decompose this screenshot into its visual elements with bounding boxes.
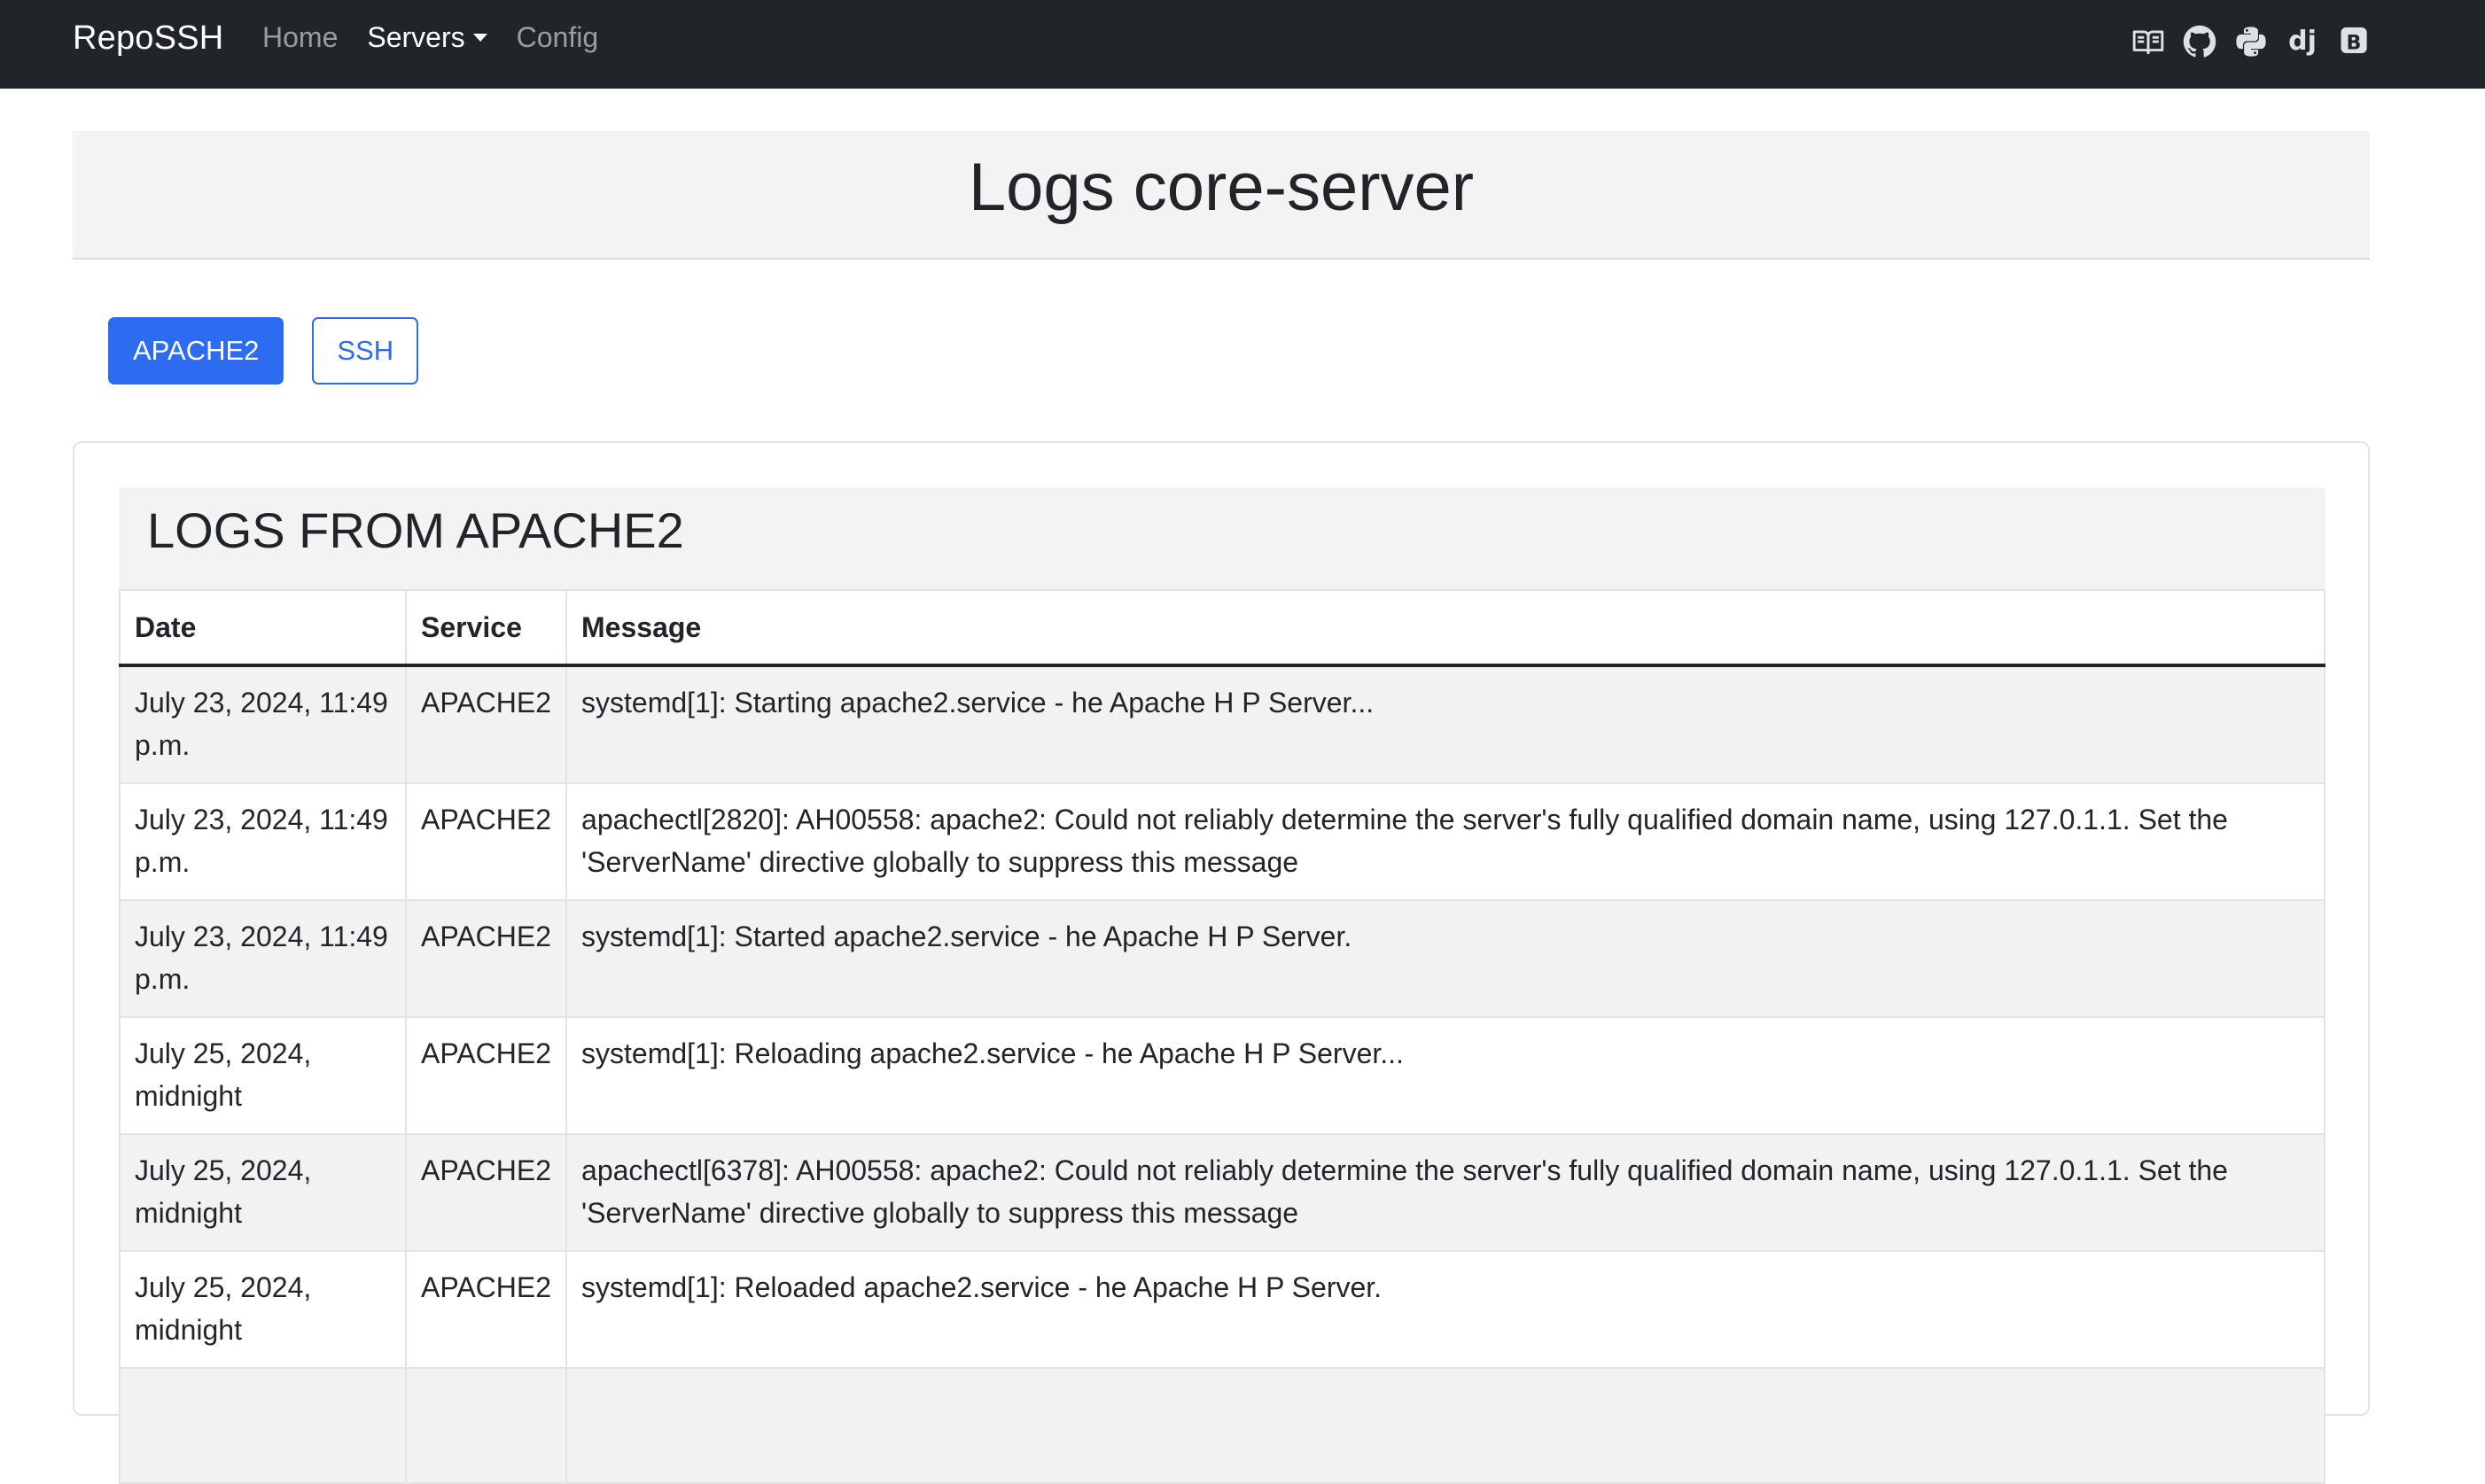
table-row: July 25, 2024, midnight APACHE2 systemd[…	[119, 1016, 2325, 1135]
logs-card: LOGS FROM APACHE2 Date Service Message J…	[73, 441, 2370, 1484]
cell-service: APACHE2	[404, 1250, 568, 1369]
nav-servers-label: Servers	[367, 21, 465, 53]
cell-service: APACHE2	[404, 1133, 568, 1252]
django-icon[interactable]: dj	[2285, 24, 2320, 59]
apache2-button[interactable]: APACHE2	[108, 317, 284, 385]
column-header-message: Message	[565, 589, 2325, 667]
brand-link[interactable]: RepoSSH	[73, 19, 223, 58]
cell-date: July 23, 2024, 11:49 p.m.	[119, 664, 407, 784]
bootstrap-icon[interactable]: B	[2336, 24, 2372, 59]
cell-service: APACHE2	[404, 1016, 568, 1135]
table-row: July 25, 2024, midnight APACHE2 apachect…	[119, 1133, 2325, 1252]
table-row: July 23, 2024, 11:49 p.m. APACHE2 system…	[119, 664, 2325, 784]
cell-message: systemd[1]: Started apache2.service - he…	[565, 899, 2325, 1018]
cell-date: July 25, 2024, midnight	[119, 1250, 407, 1369]
nav-icons: dj B	[2131, 24, 2372, 59]
ssh-button[interactable]: SSH	[312, 317, 419, 385]
page-header: Logs core-server	[73, 131, 2370, 260]
cell-service	[404, 1367, 568, 1484]
page-title: Logs core-server	[968, 150, 1475, 225]
cell-message: apachectl[6378]: AH00558: apache2: Could…	[565, 1133, 2325, 1252]
cell-date: July 23, 2024, 11:49 p.m.	[119, 899, 407, 1018]
table-header-row: Date Service Message	[119, 589, 2325, 667]
cell-service: APACHE2	[404, 899, 568, 1018]
python-icon[interactable]	[2233, 24, 2269, 59]
github-icon[interactable]	[2182, 24, 2217, 59]
logs-title: LOGS FROM APACHE2	[147, 502, 684, 558]
logs-table: Date Service Message July 23, 2024, 11:4…	[119, 589, 2325, 1484]
top-navbar: RepoSSH Home Servers Config dj B	[0, 0, 2485, 89]
cell-date: July 23, 2024, 11:49 p.m.	[119, 782, 407, 901]
cell-message: apachectl[2820]: AH00558: apache2: Could…	[565, 782, 2325, 901]
logs-card-header: LOGS FROM APACHE2	[119, 487, 2325, 589]
nav-servers-dropdown[interactable]: Servers	[367, 21, 487, 54]
table-row: July 23, 2024, 11:49 p.m. APACHE2 apache…	[119, 782, 2325, 901]
nav-home-link[interactable]: Home	[262, 21, 338, 54]
table-row: July 23, 2024, 11:49 p.m. APACHE2 system…	[119, 899, 2325, 1018]
nav-config-link[interactable]: Config	[517, 21, 599, 54]
nav-links: Home Servers Config	[262, 21, 598, 54]
column-header-service: Service	[404, 589, 568, 667]
cell-date: July 25, 2024, midnight	[119, 1016, 407, 1135]
table-row	[119, 1367, 2325, 1484]
cell-date: July 25, 2024, midnight	[119, 1133, 407, 1252]
service-button-group: APACHE2 SSH	[108, 317, 419, 385]
chevron-down-icon	[472, 34, 487, 42]
django-icon-text: dj	[2288, 26, 2317, 57]
cell-service: APACHE2	[404, 664, 568, 784]
column-header-date: Date	[119, 589, 407, 667]
bootstrap-icon-letter: B	[2347, 32, 2362, 55]
cell-message: systemd[1]: Starting apache2.service - h…	[565, 664, 2325, 784]
cell-message: systemd[1]: Reloading apache2.service - …	[565, 1016, 2325, 1135]
cell-date	[119, 1367, 407, 1484]
book-icon[interactable]	[2131, 24, 2166, 59]
cell-message: systemd[1]: Reloaded apache2.service - h…	[565, 1250, 2325, 1369]
cell-service: APACHE2	[404, 782, 568, 901]
table-row: July 25, 2024, midnight APACHE2 systemd[…	[119, 1250, 2325, 1369]
cell-message	[565, 1367, 2325, 1484]
